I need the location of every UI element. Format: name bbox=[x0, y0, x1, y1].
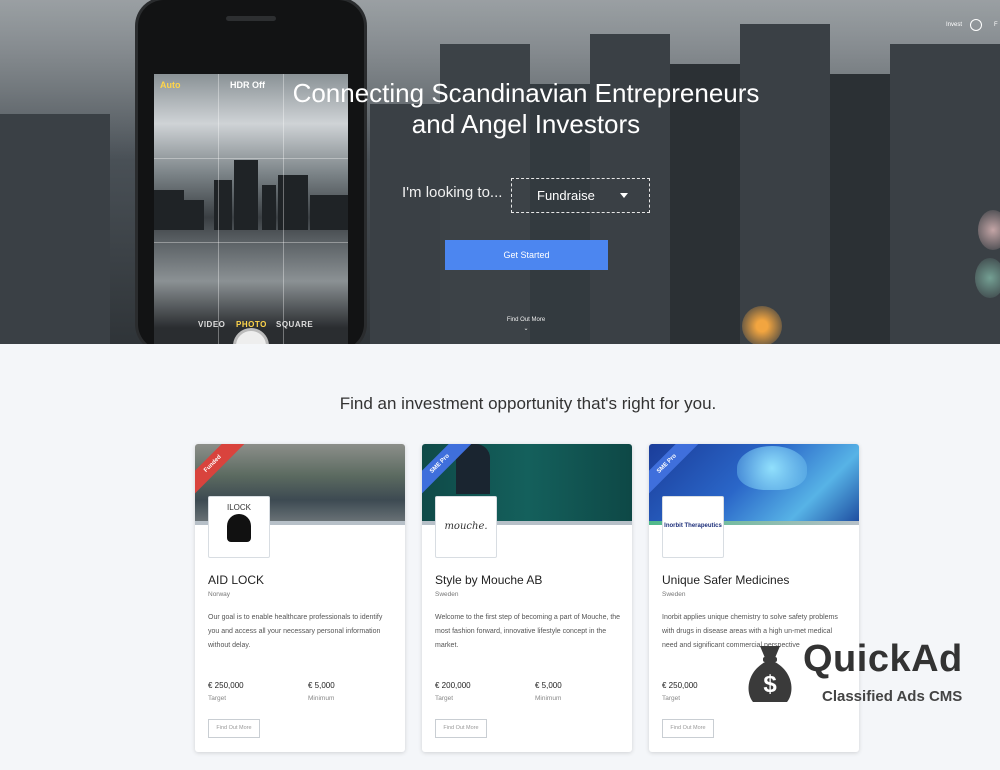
background-building bbox=[890, 44, 1000, 344]
target-label: Target bbox=[662, 695, 681, 702]
find-out-more-button[interactable]: Find Out More bbox=[435, 719, 487, 738]
screen-building bbox=[310, 195, 348, 230]
phone-speaker bbox=[226, 16, 276, 21]
minimum-amount: € 5,000 bbox=[308, 681, 335, 690]
link-icon[interactable] bbox=[970, 19, 982, 31]
minimum-label: Minimum bbox=[308, 695, 335, 702]
logo-text: Inorbit Therapeutics bbox=[664, 523, 722, 529]
target-amount: € 200,000 bbox=[435, 681, 471, 690]
logo-text: ILOCK bbox=[226, 503, 251, 512]
camera-grid-line bbox=[154, 242, 348, 243]
watermark-tagline: Classified Ads CMS bbox=[822, 688, 963, 705]
find-out-more-link[interactable]: Find Out More ⌄ bbox=[496, 317, 556, 332]
svg-text:$: $ bbox=[763, 671, 777, 698]
top-nav: Invest F bbox=[946, 19, 998, 31]
screen-building bbox=[262, 185, 276, 230]
project-country: Sweden bbox=[435, 591, 459, 598]
nav-invest-link[interactable]: Invest bbox=[946, 22, 962, 28]
company-logo: mouche. bbox=[435, 496, 497, 558]
padlock-icon bbox=[227, 514, 251, 542]
jellyfish-image bbox=[737, 446, 807, 490]
project-description: Our goal is to enable healthcare profess… bbox=[208, 614, 383, 649]
project-country: Norway bbox=[208, 591, 231, 598]
camera-grid-line bbox=[218, 74, 219, 344]
target-label: Target bbox=[208, 695, 227, 702]
project-name[interactable]: Unique Safer Medicines bbox=[662, 573, 789, 587]
quickad-watermark: $ QuickAd Classified Ads CMS bbox=[745, 632, 995, 712]
find-out-more-button[interactable]: Find Out More bbox=[208, 719, 260, 738]
minimum-amount: € 5,000 bbox=[535, 681, 562, 690]
watermark-brand: QuickAd bbox=[803, 638, 963, 680]
intent-select[interactable]: Fundraise bbox=[511, 178, 650, 213]
screen-building bbox=[184, 200, 204, 230]
project-name[interactable]: Style by Mouche AB bbox=[435, 573, 542, 587]
bokeh-light bbox=[742, 306, 782, 344]
target-amount: € 250,000 bbox=[662, 681, 698, 690]
project-country: Sweden bbox=[662, 591, 686, 598]
screen-building bbox=[234, 160, 258, 230]
intent-select-value: Fundraise bbox=[537, 188, 595, 203]
hdr-label: HDR Off bbox=[230, 80, 265, 90]
camera-grid-line bbox=[154, 158, 348, 159]
find-out-more-button[interactable]: Find Out More bbox=[662, 719, 714, 738]
logo-text: mouche. bbox=[444, 521, 488, 532]
background-building bbox=[740, 24, 830, 344]
caret-down-icon bbox=[620, 193, 628, 198]
looking-label: I'm looking to... bbox=[402, 184, 503, 201]
background-building bbox=[830, 74, 890, 344]
screen-building bbox=[214, 180, 232, 230]
mode-video: VIDEO bbox=[198, 320, 226, 329]
company-logo: ILOCK bbox=[208, 496, 270, 558]
get-started-button[interactable]: Get Started bbox=[445, 240, 608, 270]
minimum-label: Minimum bbox=[535, 695, 562, 702]
bokeh-light bbox=[975, 258, 1000, 298]
phone-image: Auto HDR Off VIDEO PHOTO SQUARE bbox=[138, 0, 364, 344]
project-card[interactable]: Funded ILOCK AID LOCK Norway Our goal is… bbox=[195, 444, 405, 752]
money-bag-icon: $ bbox=[748, 646, 792, 702]
section-title: Find an investment opportunity that's ri… bbox=[339, 394, 717, 413]
target-label: Target bbox=[435, 695, 454, 702]
flash-label: Auto bbox=[160, 80, 181, 90]
project-card[interactable]: SME Pro mouche. Style by Mouche AB Swede… bbox=[422, 444, 632, 752]
company-logo: Inorbit Therapeutics bbox=[662, 496, 724, 558]
screen-building bbox=[154, 190, 184, 230]
chevron-down-icon: ⌄ bbox=[523, 326, 529, 332]
project-description: Welcome to the first step of becoming a … bbox=[435, 614, 621, 649]
nav-more-link[interactable]: F bbox=[994, 22, 998, 28]
project-name[interactable]: AID LOCK bbox=[208, 573, 264, 587]
target-amount: € 250,000 bbox=[208, 681, 244, 690]
background-building bbox=[0, 114, 110, 344]
find-out-more-label: Find Out More bbox=[506, 317, 546, 323]
bokeh-light bbox=[978, 210, 1000, 250]
shutter-button-icon bbox=[233, 328, 269, 344]
mode-square: SQUARE bbox=[276, 320, 314, 329]
background-building bbox=[370, 104, 440, 344]
hero-title: Connecting Scandinavian Entrepreneurs an… bbox=[292, 78, 760, 139]
hero-section: Auto HDR Off VIDEO PHOTO SQUARE Invest F… bbox=[0, 0, 1000, 344]
